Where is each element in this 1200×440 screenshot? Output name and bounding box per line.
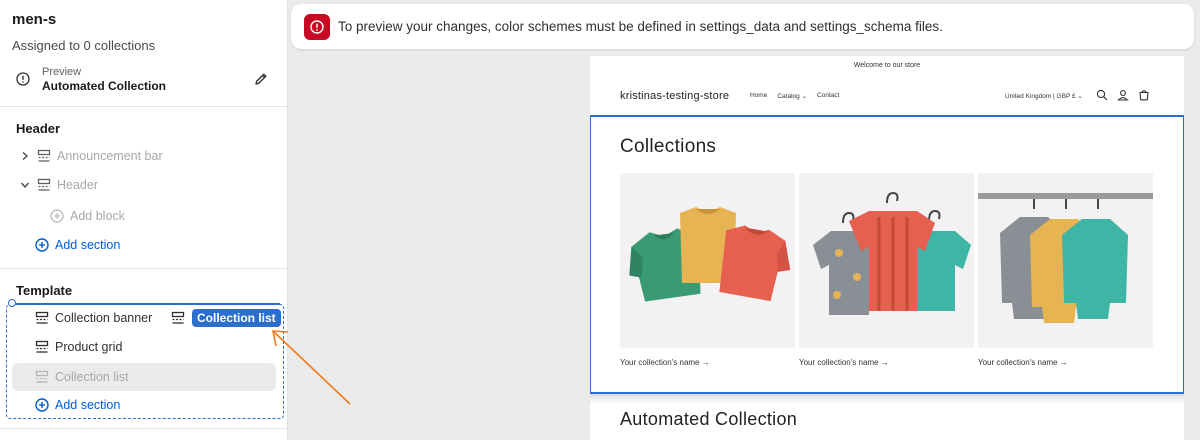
pencil-icon[interactable] bbox=[253, 71, 269, 87]
preview-value: Automated Collection bbox=[42, 79, 167, 93]
sidebar: men-s Assigned to 0 collections Preview … bbox=[0, 0, 288, 440]
sidebar-item-header[interactable]: Header bbox=[18, 172, 98, 198]
cart-icon[interactable] bbox=[1138, 89, 1150, 101]
chevron-down-icon: ⌄ bbox=[801, 93, 808, 100]
nav-contact[interactable]: Contact bbox=[817, 92, 839, 100]
automated-collection-heading: Automated Collection bbox=[620, 409, 798, 429]
sidebar-item-label: Product grid bbox=[55, 340, 123, 354]
region-label: United Kingdom | GBP £ bbox=[1005, 93, 1076, 100]
collections-heading: Collections bbox=[620, 136, 717, 157]
sidebar-item-collection-banner[interactable]: Collection banner bbox=[35, 305, 152, 331]
plus-circle-icon bbox=[50, 209, 64, 223]
preview-label: Preview bbox=[42, 66, 82, 78]
sidebar-item-label: Announcement bar bbox=[57, 149, 163, 163]
section-icon bbox=[171, 311, 185, 324]
section-icon bbox=[35, 311, 49, 324]
region-selector[interactable]: United Kingdom | GBP £ ⌄ bbox=[1005, 92, 1083, 100]
plus-circle-icon bbox=[35, 398, 49, 412]
section-shadow bbox=[590, 394, 1184, 404]
add-section-button[interactable]: Add section bbox=[35, 392, 120, 418]
plus-circle-icon bbox=[35, 238, 49, 252]
sidebar-item-label: Header bbox=[57, 178, 98, 192]
divider bbox=[0, 428, 288, 429]
main-nav: Home Catalog ⌄ Contact bbox=[750, 92, 839, 100]
sidebar-item-collection-list[interactable]: Collection list bbox=[35, 364, 129, 390]
error-banner: To preview your changes, color schemes m… bbox=[291, 4, 1194, 49]
assigned-collections-text: Assigned to 0 collections bbox=[12, 38, 156, 53]
drop-indicator-dot bbox=[8, 299, 16, 307]
collection-card-image[interactable] bbox=[620, 173, 795, 348]
section-icon bbox=[35, 370, 49, 383]
sidebar-item-announcement-bar[interactable]: Announcement bar bbox=[18, 143, 163, 169]
section-icon bbox=[35, 340, 49, 353]
collection-card-image[interactable] bbox=[799, 173, 974, 348]
section-icon bbox=[37, 178, 51, 191]
sidebar-item-product-grid[interactable]: Product grid bbox=[35, 334, 122, 360]
collection-card-link[interactable]: Your collection's name → bbox=[620, 358, 710, 367]
header-group-title: Header bbox=[16, 121, 61, 136]
sidebar-item-label: Collection banner bbox=[55, 311, 153, 325]
account-icon[interactable] bbox=[1117, 89, 1129, 101]
header-icons bbox=[1096, 89, 1150, 101]
collection-card-image[interactable] bbox=[978, 173, 1153, 348]
nav-home[interactable]: Home bbox=[750, 92, 767, 100]
error-message: To preview your changes, color schemes m… bbox=[338, 19, 943, 34]
nav-catalog[interactable]: Catalog ⌄ bbox=[777, 92, 807, 100]
annotation-arrow-icon bbox=[272, 330, 351, 405]
chevron-down-icon[interactable] bbox=[18, 178, 32, 192]
alert-icon bbox=[304, 14, 330, 40]
store-preview: Welcome to our store kristinas-testing-s… bbox=[590, 56, 1184, 440]
preview-selector[interactable]: Preview Automated Collection bbox=[16, 64, 272, 96]
add-section-label: Add section bbox=[55, 238, 121, 252]
divider bbox=[0, 106, 288, 107]
section-icon bbox=[37, 149, 51, 162]
add-section-label: Add section bbox=[55, 398, 121, 412]
hanging-shirts-illustration bbox=[813, 191, 971, 315]
collection-card-link[interactable]: Your collection's name → bbox=[978, 358, 1068, 367]
template-group-title: Template bbox=[16, 283, 73, 298]
divider bbox=[0, 268, 288, 269]
sidebar-item-label: Collection list bbox=[55, 370, 129, 384]
store-logo[interactable]: kristinas-testing-store bbox=[620, 90, 729, 102]
add-section-button[interactable]: Add section bbox=[35, 232, 120, 258]
page-title: men-s bbox=[12, 11, 57, 28]
info-icon bbox=[16, 72, 30, 86]
search-icon[interactable] bbox=[1096, 89, 1108, 101]
sweaters-on-rail-illustration bbox=[978, 193, 1153, 323]
chevron-right-icon[interactable] bbox=[18, 149, 32, 163]
add-block-button[interactable]: Add block bbox=[50, 203, 125, 229]
announcement-bar: Welcome to our store bbox=[853, 62, 921, 69]
collection-card-link[interactable]: Your collection's name → bbox=[799, 358, 889, 367]
folded-shirts-illustration bbox=[629, 207, 791, 302]
add-block-label: Add block bbox=[70, 209, 125, 223]
chevron-down-icon: ⌄ bbox=[1077, 93, 1083, 100]
nav-catalog-label: Catalog bbox=[777, 93, 800, 100]
